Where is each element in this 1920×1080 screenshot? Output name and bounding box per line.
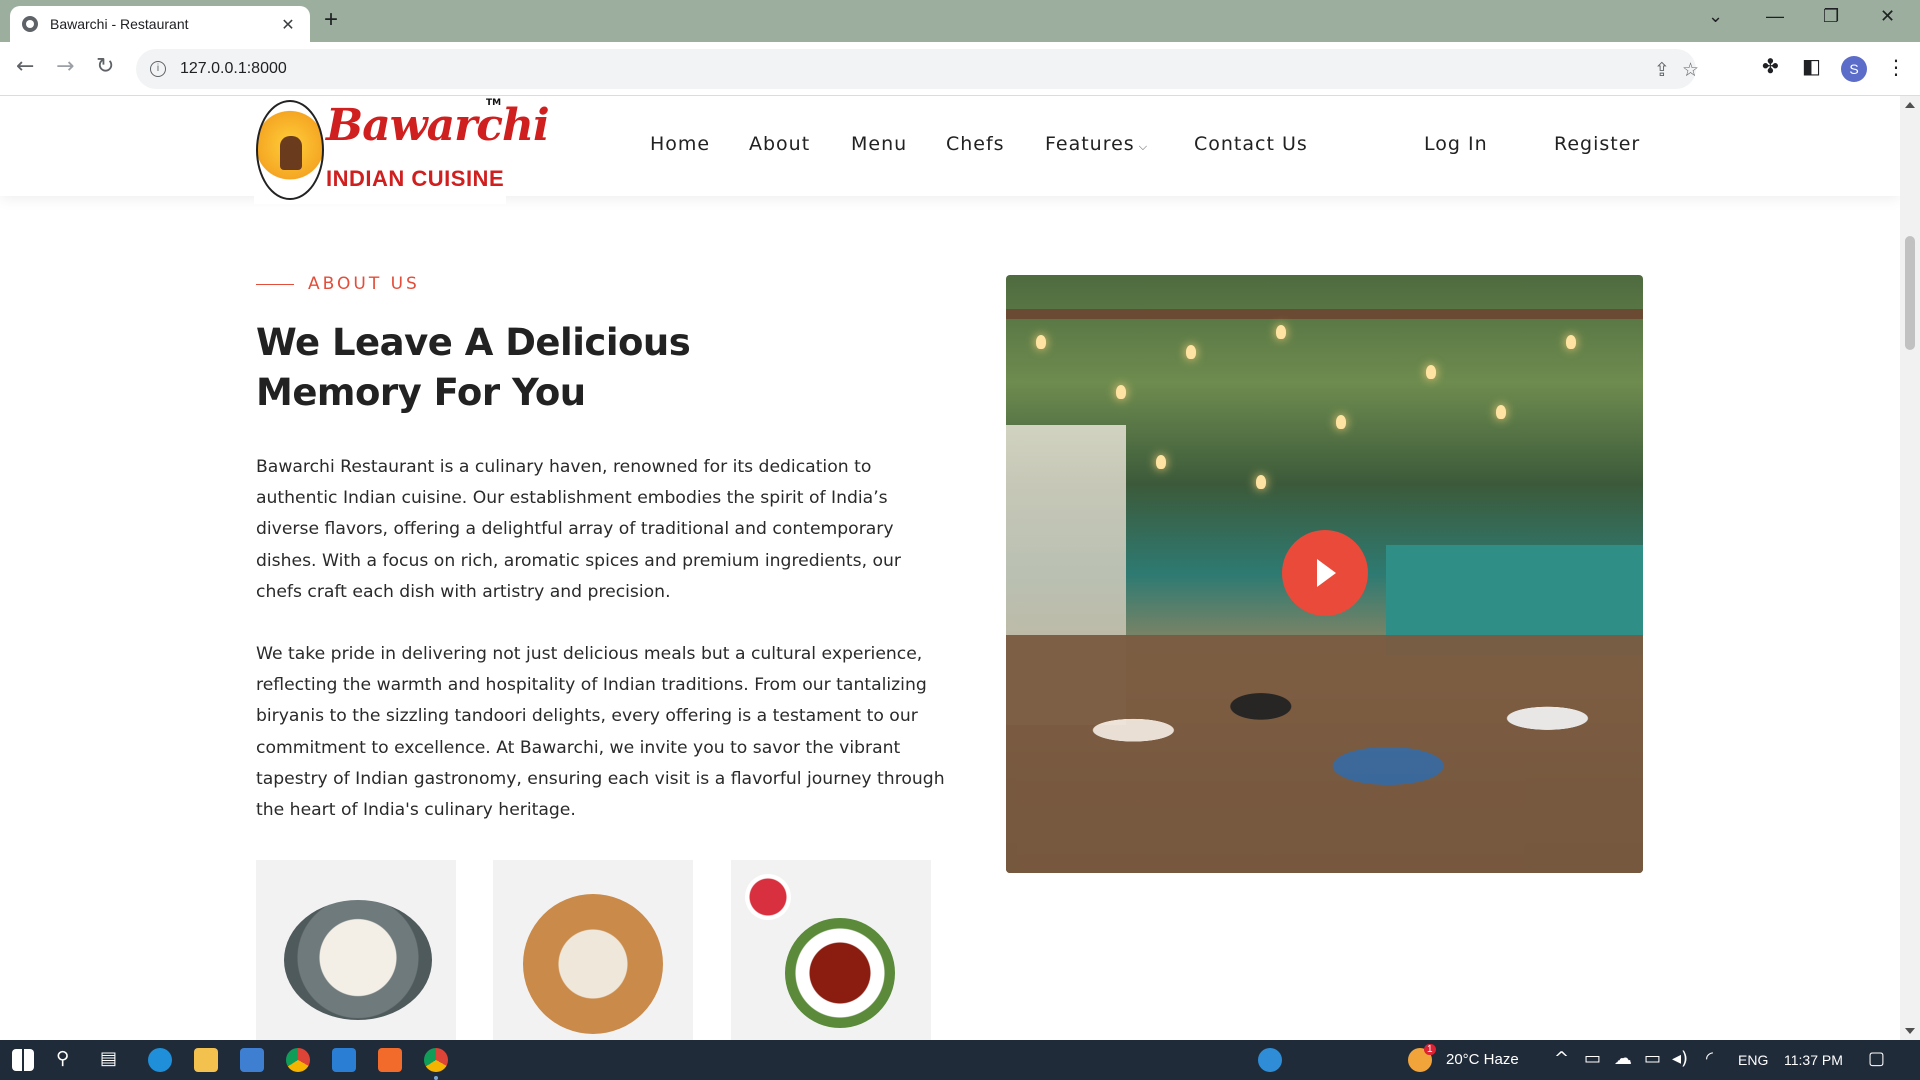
- login-link[interactable]: Log In: [1424, 133, 1488, 155]
- headline-line-1: We Leave A Delicious: [256, 321, 691, 364]
- windows-taskbar: ⚲ ▤ 1 20°C Haze ^ ▭ ☁ ▭ ◂) ◜ ENG 11:37 P…: [0, 1040, 1920, 1080]
- clock[interactable]: 11:37 PM: [1784, 1052, 1843, 1068]
- forward-icon[interactable]: →: [56, 54, 74, 79]
- extensions-puzzle-icon[interactable]: ✤: [1762, 54, 1779, 78]
- chrome-active-icon[interactable]: [424, 1048, 448, 1072]
- section-label: ABOUT US: [256, 274, 420, 294]
- food-image-dumplings-bowl: [256, 860, 456, 1040]
- nav-features[interactable]: Features ⌵: [1045, 133, 1148, 155]
- browser-menu-icon[interactable]: ⋮: [1886, 55, 1906, 79]
- reload-icon[interactable]: ↻: [96, 54, 114, 79]
- globe-icon: [22, 16, 38, 32]
- nav-menu[interactable]: Menu: [851, 133, 907, 155]
- meet-now-icon[interactable]: ▭: [1584, 1048, 1601, 1069]
- scroll-up-icon[interactable]: [1905, 102, 1915, 108]
- food-image-dumplings-plate: [493, 860, 693, 1040]
- file-explorer-icon[interactable]: [194, 1048, 218, 1072]
- volume-icon[interactable]: ◂): [1672, 1048, 1688, 1069]
- battery-icon[interactable]: ▭: [1644, 1048, 1661, 1069]
- notifications-icon[interactable]: ▢: [1868, 1048, 1885, 1069]
- site-logo[interactable]: Bawarchi TM INDIAN CUISINE: [254, 96, 550, 204]
- page-viewport: Home About Menu Chefs Features ⌵ Contact …: [0, 96, 1900, 1040]
- food-image-tea-cup: [731, 860, 931, 1040]
- chevron-down-icon: ⌵: [1138, 140, 1149, 153]
- about-label: ABOUT US: [308, 274, 420, 294]
- minimize-icon[interactable]: —: [1766, 6, 1784, 27]
- cloud-icon[interactable]: ☁: [1614, 1048, 1632, 1069]
- browser-tab-strip: Bawarchi - Restaurant ✕ + ⌄ — ❐ ✕: [0, 0, 1920, 42]
- page-title: We Leave A Delicious Memory For You: [256, 318, 776, 418]
- vscode-icon[interactable]: [332, 1048, 356, 1072]
- weather-text[interactable]: 20°C Haze: [1446, 1051, 1519, 1068]
- site-info-icon[interactable]: i: [150, 61, 166, 77]
- nav-chefs[interactable]: Chefs: [946, 133, 1005, 155]
- profile-avatar[interactable]: S: [1841, 56, 1867, 82]
- scroll-down-icon[interactable]: [1905, 1028, 1915, 1034]
- register-link[interactable]: Register: [1554, 133, 1640, 155]
- wifi-icon[interactable]: ◜: [1706, 1048, 1713, 1069]
- tab-close-icon[interactable]: ✕: [278, 15, 298, 34]
- windows-start-icon[interactable]: [12, 1049, 34, 1071]
- help-icon[interactable]: [1258, 1048, 1282, 1072]
- xampp-icon[interactable]: [378, 1048, 402, 1072]
- about-paragraph-1: Bawarchi Restaurant is a culinary haven,…: [256, 457, 901, 602]
- search-icon[interactable]: ⚲: [56, 1048, 69, 1069]
- url-text: 127.0.0.1:8000: [180, 60, 287, 77]
- nav-features-label: Features: [1045, 133, 1135, 155]
- browser-toolbar: ← → ↻ i 127.0.0.1:8000 ⇪ ☆ ✤ ◧: [0, 42, 1920, 96]
- trademark: TM: [486, 98, 502, 108]
- task-view-icon[interactable]: ▤: [100, 1048, 117, 1069]
- chef-emblem-icon: [256, 100, 324, 200]
- nav-contact[interactable]: Contact Us: [1194, 133, 1308, 155]
- weather-badge: 1: [1424, 1044, 1436, 1055]
- edge-browser-icon[interactable]: [148, 1048, 172, 1072]
- share-icon[interactable]: ⇪: [1654, 59, 1670, 81]
- logo-subtitle: INDIAN CUISINE: [326, 166, 505, 191]
- side-panel-icon[interactable]: ◧: [1802, 54, 1821, 78]
- tab-title: Bawarchi - Restaurant: [50, 16, 189, 32]
- chrome-icon[interactable]: [286, 1048, 310, 1072]
- about-paragraph-2: We take pride in delivering not just del…: [256, 644, 945, 821]
- new-tab-button[interactable]: +: [324, 6, 338, 34]
- logo-brand: Bawarchi: [326, 100, 550, 151]
- chevron-up-icon[interactable]: ^: [1554, 1048, 1569, 1069]
- back-icon[interactable]: ←: [16, 54, 34, 79]
- address-bar[interactable]: i 127.0.0.1:8000 ⇪ ☆: [136, 49, 1699, 89]
- language-indicator[interactable]: ENG: [1738, 1052, 1768, 1068]
- page-scrollbar[interactable]: [1900, 96, 1920, 1040]
- bookmark-star-icon[interactable]: ☆: [1682, 59, 1699, 81]
- browser-tab[interactable]: Bawarchi - Restaurant ✕: [10, 6, 310, 42]
- headline-line-2: Memory For You: [256, 371, 586, 414]
- restore-icon[interactable]: ❐: [1823, 6, 1839, 27]
- nav-home[interactable]: Home: [650, 133, 710, 155]
- play-video-button[interactable]: [1282, 530, 1368, 616]
- scrollbar-thumb[interactable]: [1905, 236, 1915, 350]
- tab-search-icon[interactable]: ⌄: [1708, 6, 1723, 27]
- nav-about[interactable]: About: [749, 133, 810, 155]
- window-close-icon[interactable]: ✕: [1880, 6, 1895, 27]
- label-divider: [256, 283, 294, 285]
- app-icon[interactable]: [240, 1048, 264, 1072]
